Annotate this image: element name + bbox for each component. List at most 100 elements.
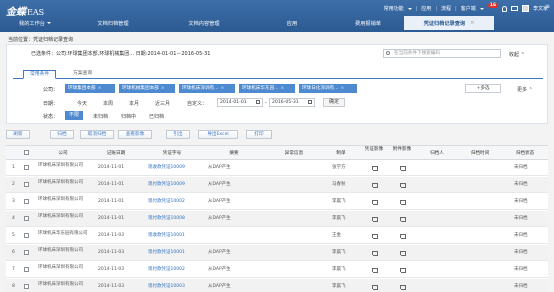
status-opt-archiving[interactable]: 归档中: [121, 113, 136, 120]
tab-apps[interactable]: 应用: [252, 16, 332, 30]
voucher-link[interactable]: 现付款凭证10008: [148, 216, 185, 221]
voucher-link[interactable]: 现付款凭证10002: [148, 199, 185, 204]
status-cell: 未归档: [514, 216, 528, 221]
row-checkbox[interactable]: [24, 216, 29, 221]
date-opt-week[interactable]: 本周: [103, 100, 113, 107]
voucher-image-flag-icon[interactable]: [372, 166, 378, 171]
archive-button[interactable]: 归档: [50, 130, 74, 139]
attachment-image-flag-icon[interactable]: [400, 285, 406, 290]
export-excel-button[interactable]: 导出Excel: [198, 130, 238, 139]
company-chip[interactable]: 环球机床华东园... ×: [239, 84, 295, 93]
export-button[interactable]: 引出: [166, 130, 190, 139]
company-cell: 环球机床深圳有限公司: [38, 180, 83, 185]
avatar[interactable]: [521, 5, 529, 12]
voucher-image-flag-icon[interactable]: [372, 285, 378, 290]
tab-content-manage[interactable]: 文档内容管理: [156, 16, 252, 30]
date-opt-today[interactable]: 今天: [77, 100, 87, 107]
status-opt-all[interactable]: 不限: [65, 111, 84, 120]
date-cell: 2014-11-03: [98, 284, 125, 289]
voucher-image-flag-icon[interactable]: [372, 183, 378, 188]
voucher-link[interactable]: 现付款凭证10001: [148, 250, 185, 255]
table-row[interactable]: 7 环球机床深圳有限公司 2014-11-03 现付款凭证10002 从DAP产生 李晨飞…: [6, 262, 548, 278]
tab-common-conditions[interactable]: 常用条件: [23, 70, 57, 79]
status-cell: 未归档: [514, 267, 528, 272]
top-link-apps[interactable]: 应用: [421, 5, 431, 12]
top-link-flow[interactable]: 流程: [441, 5, 451, 12]
close-icon[interactable]: ×: [470, 20, 474, 26]
attachment-image-flag-icon[interactable]: [400, 217, 406, 222]
company-chip[interactable]: 环球机械集团本部 ×: [119, 84, 175, 93]
date-cell: 2014-11-03: [98, 250, 125, 255]
row-number: 6: [12, 250, 15, 255]
notification-badge[interactable]: 16: [487, 3, 498, 8]
search-input[interactable]: 在当前条件下搜索编码: [383, 49, 501, 58]
table-row[interactable]: 2 环球机床深圳有限公司 2014-11-01 现付款凭证10009 从DAP产生 马春秋…: [6, 177, 548, 193]
date-cell: 2014-11-01: [98, 199, 125, 204]
row-checkbox[interactable]: [24, 267, 29, 272]
tab-scheme-query[interactable]: 方案查询: [67, 70, 98, 79]
multi-select-button[interactable]: +多选: [465, 84, 501, 93]
table-row[interactable]: 3 环球机床深圳有限公司 2014-11-01 现付款凭证10002 从DAP产生 李晨飞…: [6, 194, 548, 210]
confirm-button[interactable]: 确定: [323, 98, 345, 107]
company-chip[interactable]: 环球日化深圳有... ×: [299, 84, 357, 93]
date-opt-month[interactable]: 本月: [129, 100, 139, 107]
attachment-image-flag-icon[interactable]: [400, 234, 406, 239]
row-checkbox[interactable]: [24, 199, 29, 204]
company-chip[interactable]: 环球集团本部 ×: [65, 84, 115, 93]
table-row[interactable]: 6 环球机床深圳有限公司 2014-11-03 现付款凭证10001 从DAP产生 李晨飞…: [6, 245, 548, 261]
row-checkbox[interactable]: [24, 284, 29, 289]
attachment-image-flag-icon[interactable]: [400, 251, 406, 256]
date-opt-3months[interactable]: 近三月: [155, 100, 170, 107]
cancel-archive-button[interactable]: 取消归档: [80, 130, 114, 139]
print-button[interactable]: 打印: [246, 130, 272, 139]
voucher-image-flag-icon[interactable]: [372, 268, 378, 273]
tab-menu-icon[interactable]: ≡: [545, 3, 550, 10]
attachment-image-flag-icon[interactable]: [400, 268, 406, 273]
voucher-image-flag-icon[interactable]: [372, 217, 378, 222]
date-from-field[interactable]: 2014-01-01: [217, 98, 263, 107]
summary-cell: 从DAP产生: [208, 165, 231, 170]
voucher-image-flag-icon[interactable]: [372, 251, 378, 256]
tab-expense[interactable]: 费用报销单: [332, 16, 404, 30]
status-opt-archived[interactable]: 已归档: [149, 113, 164, 120]
view-image-button[interactable]: 查看影像: [118, 130, 152, 139]
voucher-link[interactable]: 现付款凭证10003: [148, 284, 185, 289]
status-filter-row: 状态： 不限 未归档 归档中 已归档: [43, 111, 165, 120]
bell-icon[interactable]: [501, 5, 507, 12]
voucher-image-flag-icon[interactable]: [372, 234, 378, 239]
top-link-common[interactable]: 常用功能: [384, 5, 404, 12]
voucher-link[interactable]: 现付款凭证10002: [148, 267, 185, 272]
table-row[interactable]: 8 环球机床深圳有限公司 2014-11-03 现付款凭证10003 从DAP产生 李晨飞…: [6, 279, 548, 292]
attachment-image-flag-icon[interactable]: [400, 183, 406, 188]
voucher-image-flag-icon[interactable]: [372, 200, 378, 205]
row-number: 1: [12, 165, 15, 170]
refresh-button[interactable]: 刷新: [6, 130, 30, 139]
table-row[interactable]: 4 环球机床深圳有限公司 2014-11-01 现付款凭证10008 从DAP产生 李晨飞…: [6, 211, 548, 227]
row-checkbox[interactable]: [24, 233, 29, 238]
company-chip[interactable]: 环球机床深圳有... ×: [179, 84, 235, 93]
select-all-checkbox[interactable]: [24, 150, 29, 155]
row-checkbox[interactable]: [24, 250, 29, 255]
top-link-client[interactable]: 客户端: [461, 5, 476, 12]
tab-archive-manage[interactable]: 文档归档管理: [70, 16, 156, 30]
row-checkbox[interactable]: [24, 182, 29, 187]
table-row[interactable]: 5 环球机床华东园有限公司 2014-11-03 现收款凭证10001 王金 未归档: [6, 228, 548, 244]
date-cell: 2014-11-01: [98, 216, 125, 221]
tab-workbench[interactable]: 我的工作台: [0, 16, 70, 30]
mail-icon[interactable]: [510, 6, 518, 11]
voucher-link[interactable]: 现收款凭证10009: [148, 165, 185, 170]
table-row[interactable]: 1 环球机床深圳有限公司 2014-11-01 现收款凭证10009 从DAP产生 张学方…: [6, 160, 548, 176]
row-checkbox[interactable]: [24, 165, 29, 170]
date-cell: 2014-11-03: [98, 267, 125, 272]
date-cell: 2014-11-03: [98, 233, 125, 238]
collapse-button[interactable]: 收起 ⌃: [509, 51, 525, 58]
date-to-field[interactable]: 2016-05-31: [269, 98, 315, 107]
tab-voucher-archive-query[interactable]: 凭证归档记录查询 ×: [404, 16, 494, 30]
voucher-link[interactable]: 现收款凭证10001: [148, 233, 185, 238]
more-button[interactable]: 更多 ⌃: [517, 86, 533, 93]
date-cell: 2014-11-01: [98, 182, 125, 187]
status-opt-unarchived[interactable]: 未归档: [93, 113, 108, 120]
attachment-image-flag-icon[interactable]: [400, 166, 406, 171]
attachment-image-flag-icon[interactable]: [400, 200, 406, 205]
voucher-link[interactable]: 现付款凭证10009: [148, 182, 185, 187]
